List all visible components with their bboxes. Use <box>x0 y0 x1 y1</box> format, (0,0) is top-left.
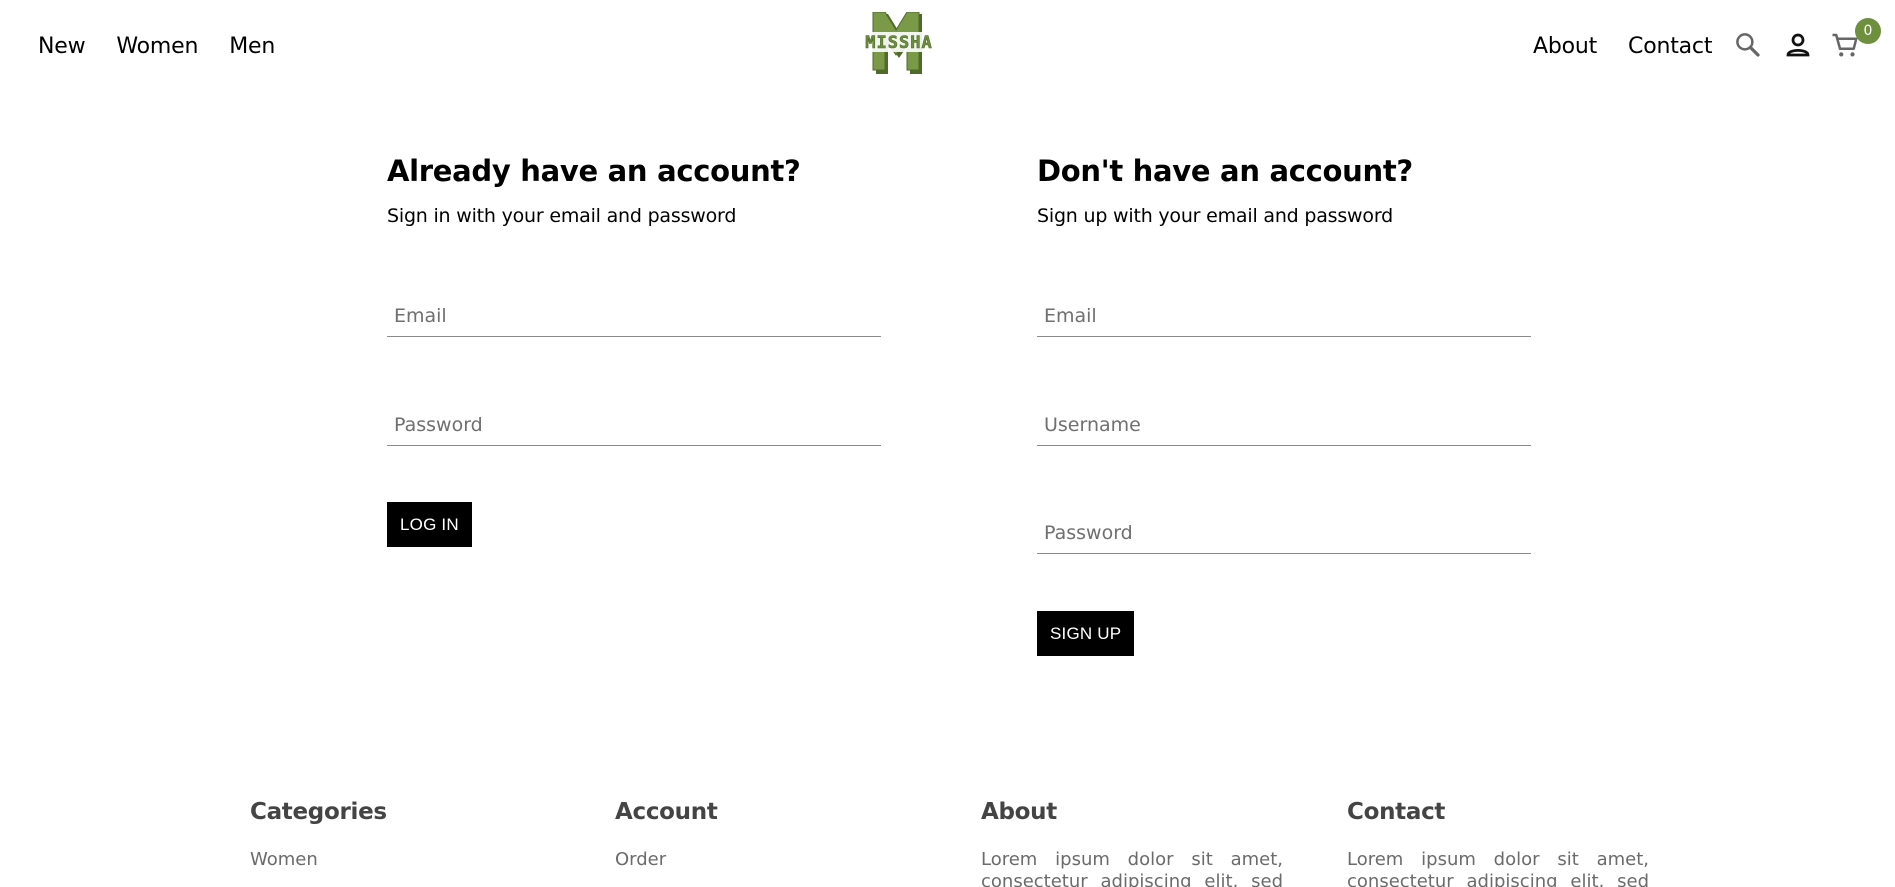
footer-about-text: Lorem ipsum dolor sit amet, consectetur … <box>981 849 1283 887</box>
signup-email-field <box>1037 297 1531 337</box>
footer-contact-text: Lorem ipsum dolor sit amet, consectetur … <box>1347 849 1649 887</box>
logo-wordmark: MISSHA <box>865 33 932 53</box>
nav-link-about[interactable]: About <box>1533 30 1597 64</box>
login-button[interactable]: LOG IN <box>387 502 472 547</box>
login-email-input[interactable] <box>387 297 881 335</box>
footer-account-title: Account <box>615 799 718 825</box>
cart-count-badge: 0 <box>1855 18 1881 44</box>
footer-account: Account Order <box>615 797 935 871</box>
missha-logo[interactable]: MISSHA <box>856 11 942 76</box>
nav-link-contact[interactable]: Contact <box>1628 30 1712 64</box>
login-email-field <box>387 297 881 337</box>
nav-link-men[interactable]: Men <box>229 30 275 64</box>
signup-password-field <box>1037 514 1531 554</box>
footer-account-link-order[interactable]: Order <box>615 849 935 871</box>
nav-link-women[interactable]: Women <box>116 30 198 64</box>
nav-left: New Women Men <box>38 30 275 64</box>
footer-contact: Contact Lorem ipsum dolor sit amet, cons… <box>1347 797 1649 887</box>
footer-about: About Lorem ipsum dolor sit amet, consec… <box>981 797 1283 887</box>
login-title: Already have an account? <box>387 154 801 188</box>
login-password-input[interactable] <box>387 406 881 444</box>
signup-button[interactable]: SIGN UP <box>1037 611 1135 656</box>
signup-username-field <box>1037 406 1531 446</box>
signup-password-input[interactable] <box>1037 514 1531 552</box>
person-icon[interactable] <box>1783 30 1813 60</box>
signup-form: Don't have an account? Sign up with your… <box>1037 150 1531 656</box>
footer-about-title: About <box>981 799 1057 825</box>
signup-title: Don't have an account? <box>1037 154 1413 188</box>
signup-subtitle: Sign up with your email and password <box>1037 205 1393 227</box>
footer-contact-title: Contact <box>1347 799 1446 825</box>
footer-categories-title: Categories <box>250 799 387 825</box>
search-icon[interactable] <box>1733 30 1763 60</box>
nav-link-new[interactable]: New <box>38 30 86 64</box>
login-password-field <box>387 406 881 446</box>
footer-categories-link-women[interactable]: Women <box>250 849 570 871</box>
footer-categories: Categories Women <box>250 797 570 871</box>
login-form: Already have an account? Sign in with yo… <box>387 150 881 547</box>
signup-username-input[interactable] <box>1037 406 1531 444</box>
nav-right: About Contact <box>1533 30 1712 64</box>
signup-email-input[interactable] <box>1037 297 1531 335</box>
login-subtitle: Sign in with your email and password <box>387 205 737 227</box>
site-header: New Women Men MISSHA About Contact 0 <box>0 0 1895 92</box>
